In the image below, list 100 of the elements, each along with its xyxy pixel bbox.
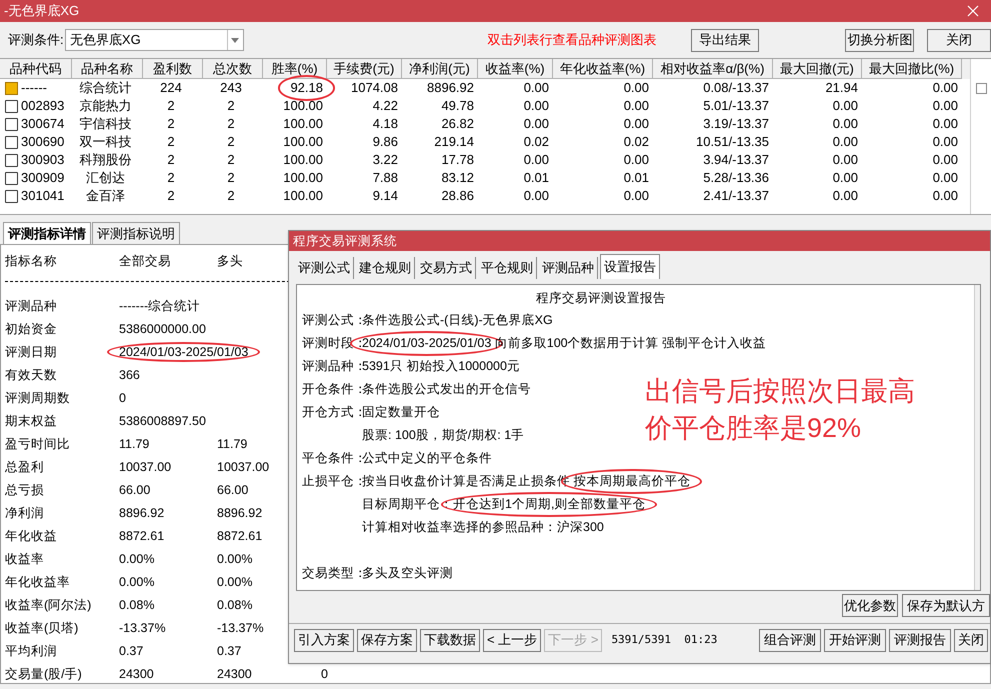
column-header[interactable]: 净利润(元)	[402, 59, 478, 79]
dialog-button[interactable]: 优化参数	[842, 594, 898, 617]
panel-tab[interactable]: 评测指标说明	[92, 222, 180, 244]
table-cell-text: 宇信科技	[80, 115, 132, 134]
table-cell-text: 28.86	[441, 187, 474, 206]
table-cell-text: 9.14	[372, 187, 398, 206]
table-cell-text: 0.00	[832, 133, 858, 152]
row-label: 评测品种	[5, 298, 58, 316]
dialog-button[interactable]: 保存方案	[357, 628, 417, 652]
value-text: 8896.92	[119, 506, 164, 520]
table-cell-text: 219.14	[434, 133, 474, 152]
value-text: 8872.61	[119, 529, 164, 544]
column-header[interactable]: 品种代码	[0, 59, 72, 79]
dialog-button[interactable]: 引入方案	[294, 628, 354, 652]
row-label: 总亏损	[5, 482, 45, 500]
field-label: 评测公式：	[302, 312, 362, 330]
table-cell-text: 科翔股份	[80, 151, 132, 170]
value-text: 66.00	[119, 483, 150, 498]
row-label: 期末权益	[5, 413, 58, 430]
table-cell-text: 0.00	[932, 79, 958, 98]
row-label: 净利润	[5, 505, 45, 522]
table-cell-text: 金百泽	[86, 187, 125, 206]
value-text: 0	[119, 391, 126, 406]
value-text: 0.00%	[119, 552, 154, 566]
dialog-button[interactable]: 保存为默认方	[902, 594, 990, 617]
column-header[interactable]: 收益率(%)	[478, 59, 553, 79]
column-header[interactable]: 年化收益率(%)	[553, 59, 653, 79]
row-label: 交易量(股/手)	[5, 666, 83, 684]
scrollbar[interactable]	[974, 285, 980, 590]
table-cell-text: 0.00	[524, 79, 549, 98]
column-header[interactable]: 胜率(%)	[263, 59, 327, 79]
dialog-button[interactable]: 开始评测	[824, 628, 886, 652]
column-header: 全部交易	[119, 252, 172, 270]
table-cell-text: 2	[167, 187, 175, 206]
table-cell-text: 243	[220, 79, 242, 98]
column-header[interactable]: 相对收益率α/β(%)	[653, 59, 773, 79]
dialog-tab[interactable]: 建仓规则	[356, 257, 415, 279]
table-cell-text: 100.00	[283, 169, 323, 188]
value-text: 2024/01/03-2025/01/03	[119, 345, 248, 360]
row-label: 年化收益率	[5, 574, 71, 592]
table-cell-text: 0.00	[524, 151, 549, 170]
table-cell-text: 2.41/-13.37	[703, 187, 769, 206]
column-header[interactable]: 品种名称	[72, 59, 143, 79]
value-text: 0.37	[217, 644, 242, 658]
value-text: 0	[321, 667, 328, 682]
dialog-tab[interactable]: 评测公式	[295, 257, 354, 279]
table-cell-text: 2	[167, 97, 175, 116]
column-header[interactable]: 盈利数	[143, 59, 203, 79]
hint-text: 双击列表行查看品种评测图表	[488, 31, 657, 50]
close-icon[interactable]	[967, 5, 979, 17]
dialog-button[interactable]: 组合评测	[759, 628, 821, 652]
condition-dropdown[interactable]: 无色界底XG	[64, 29, 244, 51]
value-text: 10037.00	[119, 460, 172, 474]
table-cell-text: 0.00	[524, 97, 549, 116]
dialog-tab[interactable]: 评测品种	[539, 257, 598, 279]
table-cell-text: 5.01/-13.37	[703, 97, 769, 116]
dialog-tab[interactable]: 平仓规则	[478, 257, 537, 279]
field-label: 交易类型：	[302, 565, 362, 582]
dialog-button[interactable]: 下载数据	[420, 628, 480, 652]
value-text: 8896.92	[217, 506, 262, 520]
table-cell-text: 0.00	[932, 133, 958, 152]
toolbar-button[interactable]: 切换分析图	[845, 28, 914, 52]
panel-tab[interactable]: 评测指标详情	[3, 222, 91, 244]
field-label: 开仓方式：	[302, 404, 362, 422]
status-text: 5391/5391 01:23	[611, 632, 718, 648]
dialog-tab[interactable]: 设置报告	[600, 254, 660, 279]
table-cell-text: 0.00	[624, 151, 649, 170]
dialog-button[interactable]: < 上一步	[483, 628, 542, 652]
toolbar-button[interactable]: 关闭	[927, 28, 991, 52]
table-cell-text: 0.00	[624, 187, 649, 206]
column-header[interactable]: 最大回撤比(%)	[862, 59, 962, 79]
table-cell-text: 83.12	[441, 169, 474, 188]
table-cell-text: 002893	[21, 97, 64, 116]
table-cell-text: 0.08/-13.37	[703, 79, 769, 98]
value-text: 5386008897.50	[119, 414, 206, 428]
checkbox[interactable]	[976, 83, 986, 94]
value-text: 0.00%	[217, 552, 252, 566]
table-cell-text: 综合统计	[80, 79, 132, 98]
row-label: 年化收益	[5, 528, 58, 546]
value-text: 24300	[119, 667, 154, 682]
column-header[interactable]: 手续费(元)	[327, 59, 402, 79]
column-header[interactable]: 最大回撤(元)	[773, 59, 862, 79]
toolbar-button[interactable]: 导出结果	[690, 28, 760, 52]
column-header[interactable]: 总次数	[203, 59, 263, 79]
table-cell-text: 2	[167, 133, 175, 152]
table-cell-text: 京能热力	[80, 97, 132, 116]
table-cell-text: 0.00	[832, 151, 858, 170]
window-title: -无色界底XG	[4, 2, 80, 20]
value-text: 0.00%	[119, 575, 154, 590]
table-cell-text: 双一科技	[80, 133, 132, 152]
row-label: 总盈利	[5, 459, 45, 476]
table-cell-text: 21.94	[825, 79, 858, 98]
value-text: -13.37%	[119, 621, 166, 636]
dialog-button[interactable]: 评测报告	[889, 628, 951, 652]
report-text: 条件选股公式发出的开仓信号	[362, 381, 531, 398]
table-cell-text: 300909	[21, 169, 64, 188]
dialog-button[interactable]: 关闭	[954, 628, 988, 652]
dialog-tab[interactable]: 交易方式	[417, 257, 476, 279]
table-cell-text: 0.01	[624, 169, 649, 188]
table-cell-text: 300903	[21, 151, 64, 170]
